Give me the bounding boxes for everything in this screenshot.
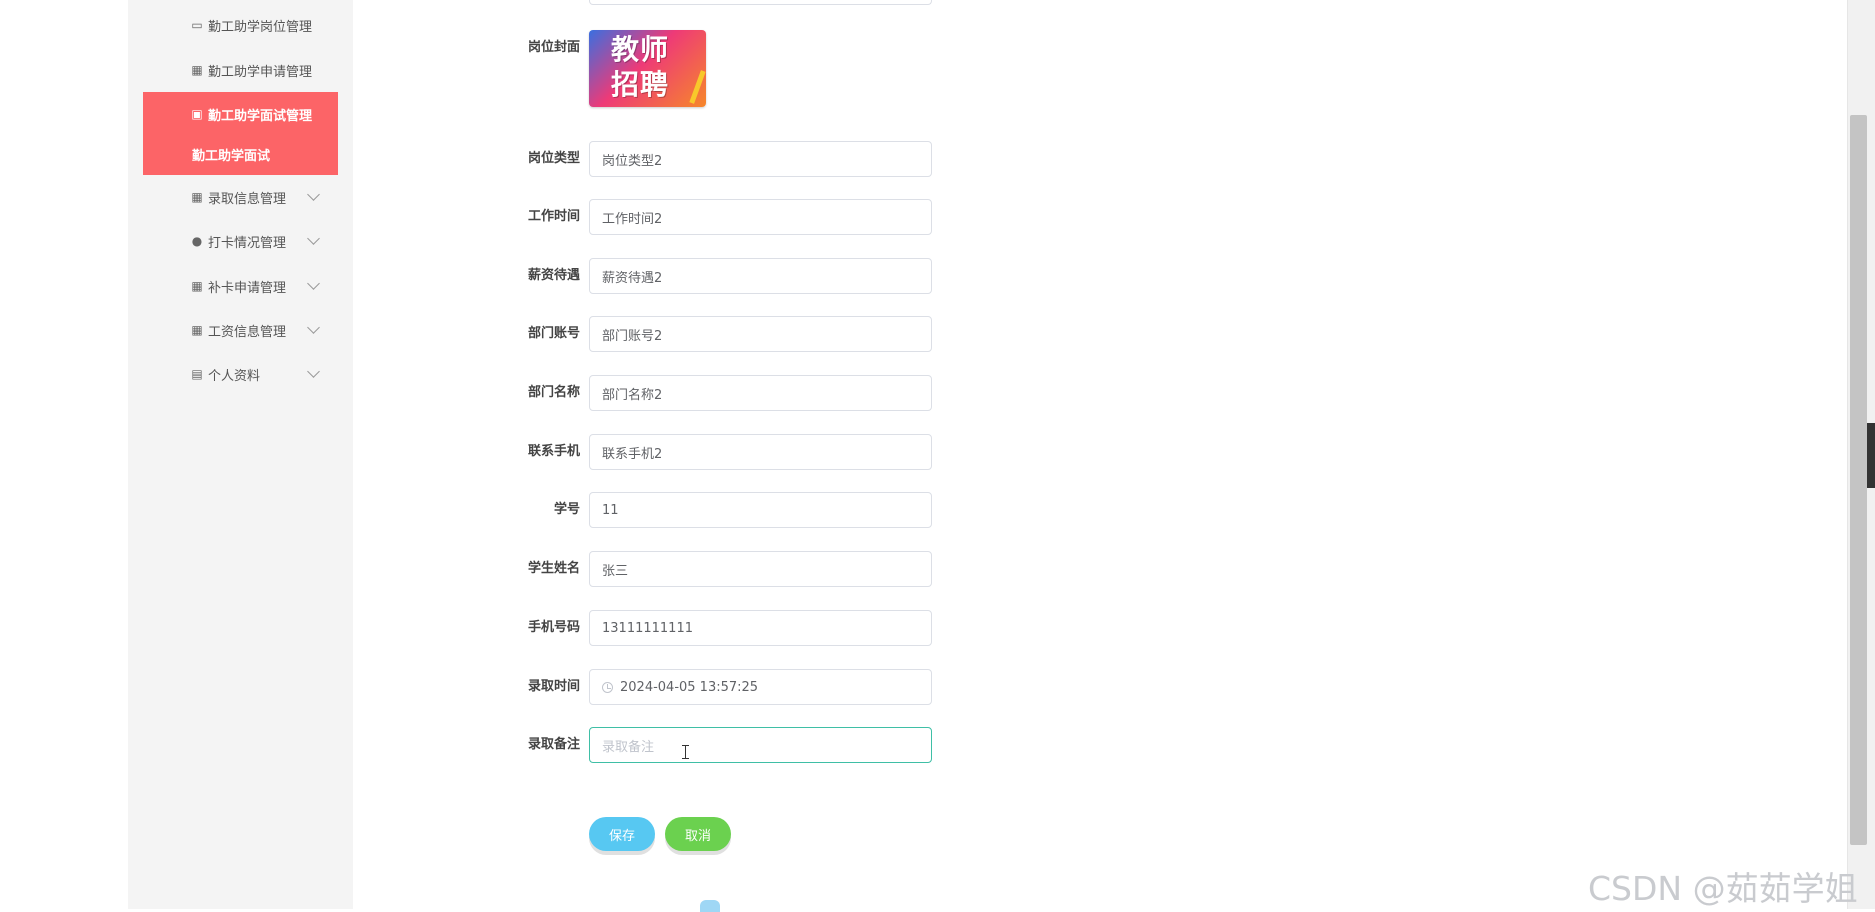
sidebar-item-label: 打卡情况管理: [208, 235, 287, 251]
chevron-down-icon: [307, 188, 320, 201]
field-value: 薪资待遇2: [602, 270, 663, 286]
text-cursor-icon: [681, 745, 690, 759]
field-value: 2024-04-05 13:57:25: [620, 679, 759, 695]
clock-icon: [602, 681, 613, 693]
left-gutter: [0, 0, 128, 909]
save-button[interactable]: 保存: [589, 817, 655, 851]
field-value: 联系手机2: [602, 446, 663, 462]
chevron-down-icon: [307, 365, 320, 378]
field-label: 学生姓名: [527, 561, 580, 576]
grid-icon: ▦: [191, 63, 203, 77]
cover-text-line2: 招聘: [611, 68, 670, 101]
scroll-marker: [1867, 423, 1875, 488]
sidebar-item-admission-management[interactable]: ▦ 录取信息管理: [143, 175, 338, 219]
grid-icon: ▦: [191, 279, 203, 293]
field-value: 张三: [602, 563, 629, 579]
cancel-button[interactable]: 取消: [665, 817, 731, 851]
work-time-field[interactable]: 工作时间2: [589, 199, 932, 235]
field-label: 录取备注: [527, 737, 580, 752]
pencil-icon: [689, 70, 706, 104]
clipboard-icon: ▭: [191, 18, 203, 32]
sidebar-item-application-management[interactable]: ▦ 勤工助学申请管理: [143, 48, 338, 92]
sidebar-subitem-label: 勤工助学面试: [192, 149, 271, 164]
sidebar-item-label: 勤工助学岗位管理: [208, 19, 313, 35]
field-label: 联系手机: [527, 444, 580, 459]
cover-text-line1: 教师: [611, 33, 670, 66]
field-label: 部门账号: [527, 326, 580, 341]
chevron-down-icon: [307, 321, 320, 334]
previous-field-edge[interactable]: [589, 0, 932, 5]
user-icon: ●: [191, 234, 203, 248]
field-label: 部门名称: [527, 385, 580, 400]
student-id-field[interactable]: 11: [589, 492, 932, 528]
cover-label: 岗位封面: [527, 40, 580, 55]
student-name-field[interactable]: 张三: [589, 551, 932, 587]
calendar-icon: ▤: [191, 367, 203, 381]
field-label: 岗位类型: [527, 151, 580, 166]
chat-icon: ▣: [191, 107, 203, 121]
field-label: 手机号码: [527, 620, 580, 635]
field-value: 部门账号2: [602, 328, 663, 344]
sidebar-item-job-management[interactable]: ▭ 勤工助学岗位管理: [143, 3, 338, 47]
field-value: 工作时间2: [602, 211, 663, 227]
dept-name-field[interactable]: 部门名称2: [589, 375, 932, 411]
grid-icon: ▦: [191, 323, 203, 337]
sidebar-item-label: 录取信息管理: [208, 191, 287, 207]
field-placeholder: 录取备注: [602, 739, 655, 755]
sidebar-item-makeup-management[interactable]: ▦ 补卡申请管理: [143, 264, 338, 308]
dept-account-field[interactable]: 部门账号2: [589, 316, 932, 352]
sidebar-item-label: 勤工助学申请管理: [208, 64, 313, 80]
field-label: 录取时间: [527, 679, 580, 694]
field-label: 工作时间: [527, 209, 580, 224]
watermark: CSDN @茹茹学姐: [1588, 869, 1858, 908]
sidebar-item-checkin-management[interactable]: ● 打卡情况管理: [143, 219, 338, 263]
sidebar-item-label: 工资信息管理: [208, 324, 287, 340]
sidebar-item-interview-management[interactable]: ▣ 勤工助学面试管理: [143, 92, 338, 136]
contact-phone-field[interactable]: 联系手机2: [589, 434, 932, 470]
sidebar-item-salary-management[interactable]: ▦ 工资信息管理: [143, 308, 338, 352]
field-value: 11: [602, 502, 619, 518]
field-value: 13111111111: [602, 620, 693, 636]
back-to-top-button[interactable]: [700, 900, 720, 912]
salary-field[interactable]: 薪资待遇2: [589, 258, 932, 294]
sidebar-item-label: 个人资料: [208, 368, 261, 384]
sidebar-item-profile[interactable]: ▤ 个人资料: [143, 352, 338, 396]
grid-icon: ▦: [191, 190, 203, 204]
admission-remark-input[interactable]: 录取备注: [589, 727, 932, 763]
field-label: 薪资待遇: [527, 268, 580, 283]
chevron-down-icon: [307, 277, 320, 290]
mobile-field[interactable]: 13111111111: [589, 610, 932, 646]
field-value: 部门名称2: [602, 387, 663, 403]
field-label: 学号: [553, 502, 580, 517]
field-value: 岗位类型2: [602, 153, 663, 169]
job-cover-image: 教师 招聘: [589, 30, 706, 107]
sidebar-item-label: 勤工助学面试管理: [208, 108, 313, 124]
sidebar-item-label: 补卡申请管理: [208, 280, 287, 296]
chevron-down-icon: [307, 232, 320, 245]
scrollbar-thumb[interactable]: [1850, 115, 1867, 845]
sidebar-subitem-interview[interactable]: 勤工助学面试: [143, 134, 338, 175]
admission-time-field[interactable]: 2024-04-05 13:57:25: [589, 669, 932, 705]
job-type-field[interactable]: 岗位类型2: [589, 141, 932, 177]
